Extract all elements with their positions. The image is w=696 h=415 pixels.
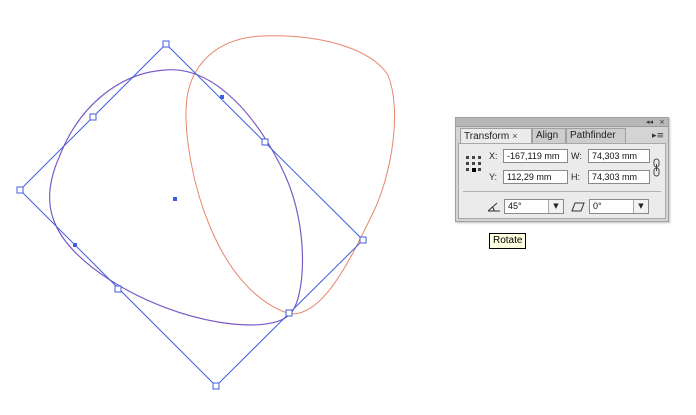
close-icon[interactable]: ×: [659, 118, 665, 126]
handle-right[interactable]: [359, 236, 367, 244]
handle-bottom[interactable]: [212, 382, 220, 390]
reference-point-grid-icon[interactable]: [466, 156, 482, 172]
w-label: W:: [571, 151, 582, 161]
handle-top-right-mid[interactable]: [261, 138, 269, 146]
rotate-tooltip: Rotate: [489, 233, 527, 249]
handle-bottom-right-mid[interactable]: [285, 309, 293, 317]
panel-separator: [463, 191, 661, 192]
handle-top[interactable]: [162, 40, 170, 48]
collapse-icon[interactable]: ◂◂: [646, 118, 653, 126]
anchor-point[interactable]: [73, 243, 77, 247]
chain-link-icon[interactable]: [652, 158, 662, 178]
rotate-angle-icon: [487, 202, 500, 212]
anchor-point[interactable]: [220, 95, 224, 99]
bounding-box: [19, 43, 364, 387]
rotate-angle-value: 45°: [508, 201, 522, 211]
shear-dropdown-arrow[interactable]: ▼: [633, 200, 648, 213]
w-field[interactable]: 74,303 mm: [588, 149, 650, 163]
tab-transform[interactable]: Transform ×: [460, 128, 532, 143]
tab-pathfinder-label: Pathfinder: [570, 130, 616, 141]
y-field[interactable]: 112,29 mm: [503, 170, 568, 184]
shear-angle-combo[interactable]: 0° ▼: [589, 199, 649, 214]
panel-body: X: -167,119 mm W: 74,303 mm Y: 112,29 mm…: [458, 143, 666, 219]
tab-pathfinder[interactable]: Pathfinder: [566, 128, 626, 143]
panel-titlebar[interactable]: ◂◂ ×: [456, 118, 668, 127]
x-field[interactable]: -167,119 mm: [503, 149, 568, 163]
x-label: X:: [489, 151, 498, 161]
bounding-box-handles[interactable]: [16, 40, 367, 390]
h-label: H:: [571, 172, 580, 182]
orange-rounded-shape[interactable]: [185, 35, 396, 315]
handle-left[interactable]: [16, 186, 24, 194]
rotate-angle-combo[interactable]: 45° ▼: [504, 199, 564, 214]
tab-align-label: Align: [536, 130, 559, 141]
h-field[interactable]: 74,303 mm: [588, 170, 650, 184]
shear-angle-value: 0°: [593, 201, 602, 211]
handle-bottom-left-mid[interactable]: [114, 285, 122, 293]
handle-top-left-mid[interactable]: [89, 113, 97, 121]
tab-close-icon[interactable]: ×: [512, 131, 517, 141]
transform-panel: ◂◂ × Transform × Align Pathfinder ▸≡ X: -…: [455, 117, 669, 222]
tab-align[interactable]: Align: [532, 128, 566, 143]
y-label: Y:: [489, 172, 498, 182]
shear-icon: [571, 202, 585, 212]
tab-transform-label: Transform: [464, 131, 510, 142]
rotate-dropdown-arrow[interactable]: ▼: [548, 200, 563, 213]
panel-menu-icon[interactable]: ▸≡: [652, 131, 664, 141]
center-point: [173, 197, 177, 201]
